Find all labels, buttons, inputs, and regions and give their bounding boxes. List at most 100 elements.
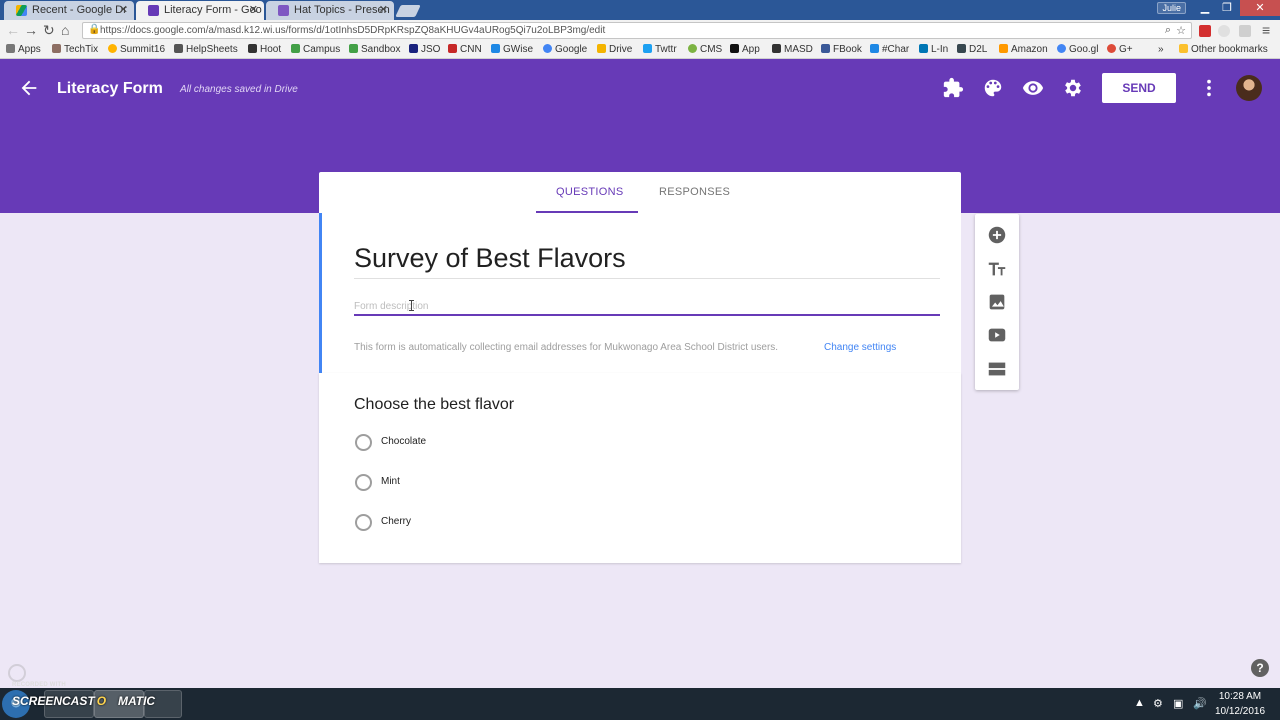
address-bar: ← → ↻ ⌂ 🔒 https://docs.google.com/a/masd… <box>0 20 1280 41</box>
hootsuite-icon <box>248 44 257 53</box>
google-icon <box>1057 44 1066 53</box>
reload-icon[interactable]: ↻ <box>43 22 55 38</box>
bookmark-gplus[interactable]: G+ <box>1107 44 1133 55</box>
bookmark-linkedin[interactable]: L-In <box>919 44 948 55</box>
browser-tab-title: Hat Topics - Presen <box>294 4 390 16</box>
clock-date[interactable]: 10/12/2016 <box>1212 706 1268 717</box>
radio-button[interactable] <box>355 434 372 451</box>
url-field[interactable]: 🔒 https://docs.google.com/a/masd.k12.wi.… <box>82 22 1192 39</box>
volume-icon[interactable]: 🔊 <box>1193 697 1207 710</box>
bookmark-star-icon[interactable]: ☆ <box>1176 24 1186 37</box>
settings-gear-icon[interactable] <box>1062 77 1084 99</box>
tray-expand-icon[interactable]: ▲ <box>1134 697 1145 709</box>
other-bookmarks[interactable]: Other bookmarks <box>1179 44 1268 55</box>
add-image-icon[interactable] <box>986 291 1008 313</box>
bookmark-drive[interactable]: Drive <box>597 44 632 55</box>
browser-tab-recent-drive[interactable]: Recent - Google Dr ✕ <box>4 1 134 20</box>
bookmarks-bar: Apps TechTix Summit16 HelpSheets Hoot Ca… <box>0 41 1280 59</box>
bookmark-campus[interactable]: Campus <box>291 44 340 55</box>
bookmark-cms[interactable]: CMS <box>688 44 722 55</box>
bookmark-amazon[interactable]: Amazon <box>999 44 1048 55</box>
bookmark-icon <box>409 44 418 53</box>
bookmark-masd[interactable]: MASD <box>772 44 813 55</box>
window-close-icon[interactable]: ✕ <box>1240 0 1280 16</box>
bookmark-googl[interactable]: Goo.gl <box>1057 44 1098 55</box>
amazon-icon <box>999 44 1008 53</box>
close-icon[interactable]: ✕ <box>119 3 128 16</box>
close-icon[interactable]: ✕ <box>379 3 388 16</box>
survey-title[interactable]: Survey of Best Flavors <box>354 243 626 274</box>
bookmark-summit16[interactable]: Summit16 <box>108 44 165 55</box>
bookmark-helpsheets[interactable]: HelpSheets <box>174 44 238 55</box>
browser-tab-strip: Recent - Google Dr ✕ Literacy Form - Goo… <box>0 0 1280 20</box>
twitter-icon <box>643 44 652 53</box>
palette-icon[interactable] <box>982 77 1004 99</box>
bookmark-sandbox[interactable]: Sandbox <box>349 44 400 55</box>
save-status: All changes saved in Drive <box>180 84 298 95</box>
browser-tab-title: Recent - Google Dr <box>32 4 127 16</box>
profile-button[interactable]: Julie <box>1157 2 1186 14</box>
bookmark-icon <box>870 44 879 53</box>
account-avatar[interactable] <box>1236 75 1262 101</box>
tray-settings-icon[interactable]: ⚙ <box>1153 697 1163 710</box>
preview-eye-icon[interactable] <box>1022 77 1044 99</box>
bookmark-twttr[interactable]: Twttr <box>643 44 677 55</box>
browser-tab-title: Literacy Form - Goo <box>164 4 262 16</box>
bookmark-app[interactable]: App <box>730 44 760 55</box>
send-button[interactable]: SEND <box>1102 73 1176 103</box>
radio-button[interactable] <box>355 514 372 531</box>
form-title[interactable]: Literacy Form <box>57 80 163 98</box>
more-vert-icon[interactable] <box>1198 77 1220 99</box>
question-title[interactable]: Choose the best flavor <box>354 396 514 414</box>
add-section-icon[interactable] <box>986 358 1008 380</box>
zoom-icon[interactable]: ⌕ <box>1165 24 1171 37</box>
bookmark-fbook[interactable]: FBook <box>821 44 862 55</box>
new-tab-button[interactable] <box>395 5 421 17</box>
chrome-menu-icon[interactable]: ≡ <box>1262 22 1270 38</box>
bookmarks-overflow-chevron[interactable]: » <box>1158 44 1164 55</box>
change-settings-link[interactable]: Change settings <box>824 342 896 353</box>
browser-tab-literacy-form[interactable]: Literacy Form - Goo ✕ <box>136 1 264 20</box>
drive-icon <box>16 5 27 16</box>
linkedin-icon <box>919 44 928 53</box>
add-video-icon[interactable] <box>986 324 1008 346</box>
radio-button[interactable] <box>355 474 372 491</box>
bookmark-hoot[interactable]: Hoot <box>248 44 281 55</box>
extension-red-icon[interactable] <box>1199 25 1211 37</box>
bookmark-google[interactable]: Google <box>543 44 587 55</box>
tab-questions[interactable]: QUESTIONS <box>556 186 624 198</box>
home-icon[interactable]: ⌂ <box>61 22 69 38</box>
screencastomatic-logo-suffix: MATIC <box>118 694 156 708</box>
recorded-with-label: RECORDED WITH <box>12 682 66 688</box>
bookmark-cnn[interactable]: CNN <box>448 44 482 55</box>
network-icon[interactable]: ▣ <box>1173 697 1183 710</box>
back-arrow-icon[interactable]: ← <box>6 22 20 38</box>
extension-icon[interactable] <box>1239 25 1251 37</box>
back-arrow-icon[interactable] <box>18 77 40 99</box>
bookmark-jso[interactable]: JSO <box>409 44 440 55</box>
restore-icon[interactable]: ❐ <box>1214 0 1240 16</box>
bookmark-char[interactable]: #Char <box>870 44 909 55</box>
forward-arrow-icon[interactable]: → <box>24 22 38 38</box>
windows-taskbar <box>0 688 1280 720</box>
clock-time[interactable]: 10:28 AM <box>1212 691 1268 702</box>
close-icon[interactable]: ✕ <box>249 3 258 16</box>
title-underline <box>354 278 940 279</box>
help-icon[interactable]: ? <box>1251 659 1269 677</box>
form-description-input[interactable] <box>354 297 940 316</box>
bookmark-techtix[interactable]: TechTix <box>52 44 98 55</box>
bookmark-gwise[interactable]: GWise <box>491 44 533 55</box>
add-title-icon[interactable] <box>986 258 1008 280</box>
extension-grey-icon[interactable] <box>1218 25 1230 37</box>
option-label: Cherry <box>381 516 412 527</box>
add-question-icon[interactable] <box>986 224 1008 246</box>
tab-responses[interactable]: RESPONSES <box>659 186 730 198</box>
bookmark-icon <box>291 44 300 53</box>
bookmark-apps[interactable]: Apps <box>6 44 41 55</box>
bookmark-icon <box>772 44 781 53</box>
bookmark-d2l[interactable]: D2L <box>957 44 987 55</box>
browser-tab-hat-topics[interactable]: Hat Topics - Presen ✕ <box>266 1 394 20</box>
apps-grid-icon <box>6 44 15 53</box>
lock-icon: 🔒 <box>88 24 101 35</box>
add-ons-puzzle-icon[interactable] <box>942 77 964 99</box>
